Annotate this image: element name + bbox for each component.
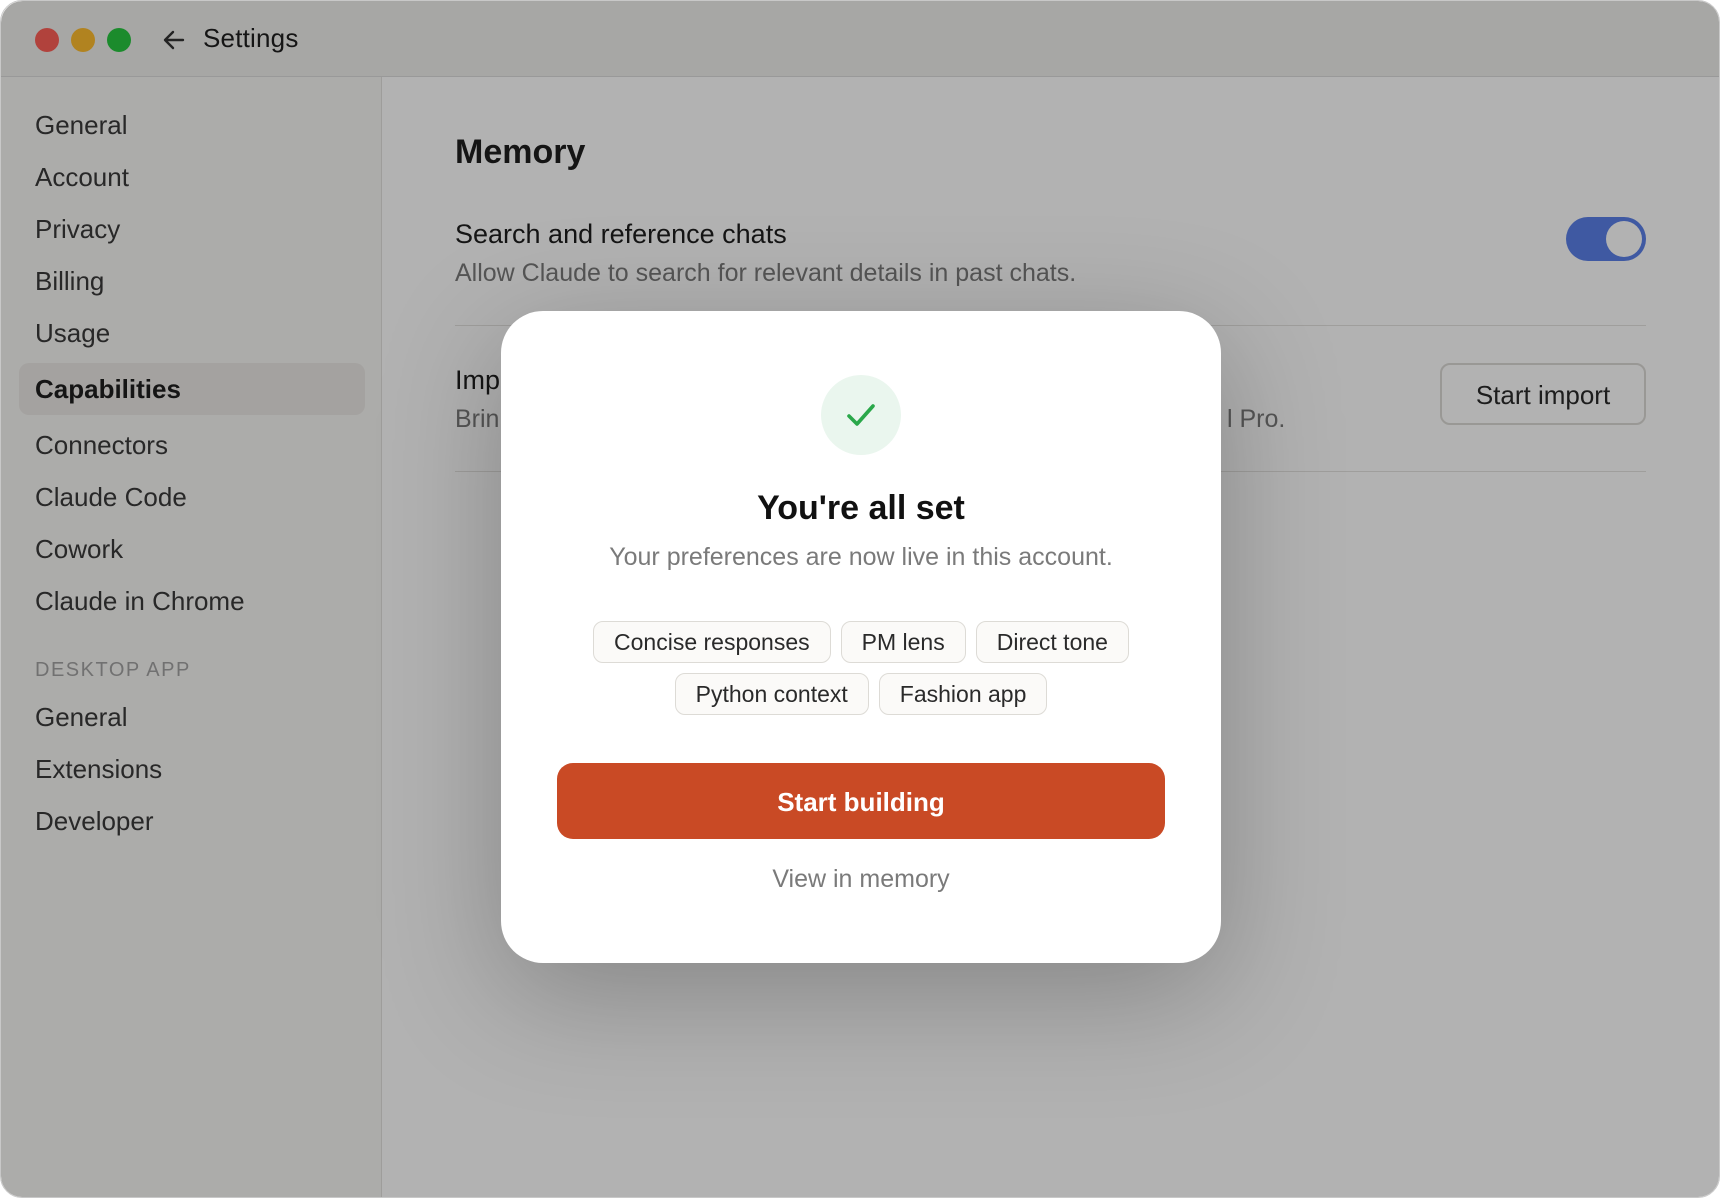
- start-building-button[interactable]: Start building: [557, 763, 1165, 839]
- view-in-memory-link[interactable]: View in memory: [501, 865, 1221, 894]
- preference-chip: Direct tone: [975, 621, 1129, 663]
- preference-chip: Fashion app: [878, 673, 1048, 715]
- preference-chip: Concise responses: [593, 621, 831, 663]
- success-dialog: You're all set Your preferences are now …: [501, 311, 1221, 963]
- preference-chip: PM lens: [840, 621, 966, 663]
- preference-chips-row: Concise responses PM lens Direct tone: [501, 621, 1221, 663]
- check-icon: [847, 404, 875, 426]
- settings-window: Settings General Account Privacy Billing…: [0, 0, 1720, 1198]
- success-badge: [821, 375, 901, 455]
- dialog-title: You're all set: [757, 489, 965, 527]
- preference-chip: Python context: [674, 673, 869, 715]
- preference-chips-row: Python context Fashion app: [501, 673, 1221, 715]
- dialog-subtitle: Your preferences are now live in this ac…: [609, 543, 1113, 571]
